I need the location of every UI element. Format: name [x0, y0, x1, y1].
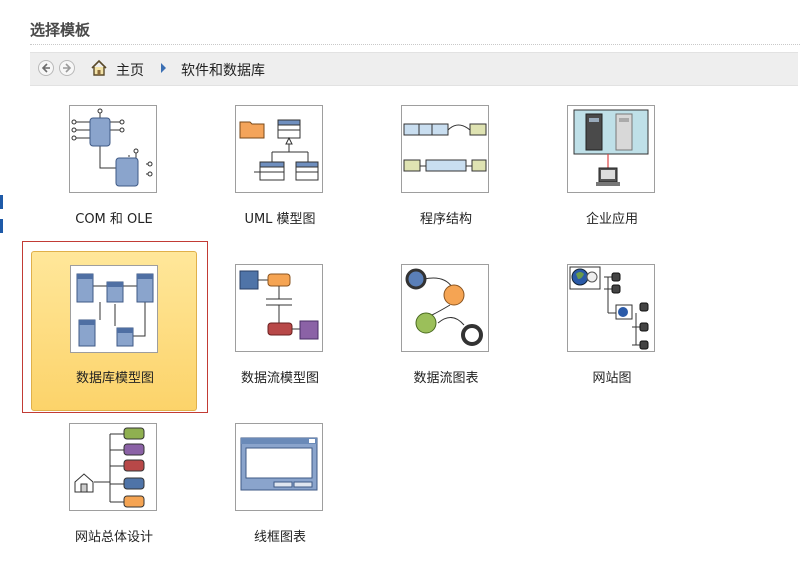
template-label: UML 模型图 [244, 212, 316, 227]
breadcrumb-separator-icon [161, 63, 166, 73]
website-design-icon [69, 423, 157, 511]
template-label: 数据流模型图 [240, 371, 319, 386]
template-label: 网站总体设计 [74, 530, 153, 545]
template-label: 企业应用 [585, 212, 638, 227]
data-flow-chart-icon [401, 264, 489, 352]
template-enterprise-app[interactable]: 企业应用 [529, 105, 695, 265]
template-data-flow-model[interactable]: 数据流模型图 [197, 264, 363, 424]
breadcrumb-current: 软件和数据库 [181, 63, 265, 79]
template-website-design[interactable]: 网站总体设计 [31, 423, 197, 583]
template-program-structure[interactable]: 程序结构 [363, 105, 529, 265]
template-label: COM 和 OLE [75, 212, 153, 227]
uml-diagram-icon [235, 105, 323, 193]
program-structure-icon [401, 105, 489, 193]
left-pane-edge [0, 0, 20, 557]
data-flow-model-icon [235, 264, 323, 352]
breadcrumb-bar: 主页 软件和数据库 [30, 52, 798, 86]
page-title: 选择模板 [30, 21, 91, 39]
template-database-model[interactable]: 数据库模型图 [31, 251, 197, 411]
back-arrow-icon[interactable] [38, 60, 54, 76]
breadcrumb-home-link[interactable]: 主页 [116, 60, 144, 80]
template-wireframe[interactable]: 线框图表 [197, 423, 363, 583]
template-label: 网站图 [592, 371, 632, 386]
template-data-flow-chart[interactable]: 数据流图表 [363, 264, 529, 424]
wireframe-icon [235, 423, 323, 511]
template-label: 线框图表 [253, 530, 306, 545]
template-label: 数据库模型图 [75, 371, 154, 386]
template-uml[interactable]: UML 模型图 [197, 105, 363, 265]
template-com-ole[interactable]: COM 和 OLE [31, 105, 197, 265]
template-label: 数据流图表 [413, 371, 479, 386]
forward-arrow-icon[interactable] [59, 60, 75, 76]
website-map-icon [567, 264, 655, 352]
com-ole-icon [69, 105, 157, 193]
enterprise-app-icon [567, 105, 655, 193]
home-icon[interactable] [90, 59, 108, 77]
template-label: 程序结构 [419, 212, 472, 227]
title-divider [30, 44, 800, 45]
template-website-map[interactable]: 网站图 [529, 264, 695, 424]
database-model-icon [70, 265, 158, 353]
left-pane-marker [0, 195, 3, 209]
left-pane-marker [0, 219, 3, 233]
